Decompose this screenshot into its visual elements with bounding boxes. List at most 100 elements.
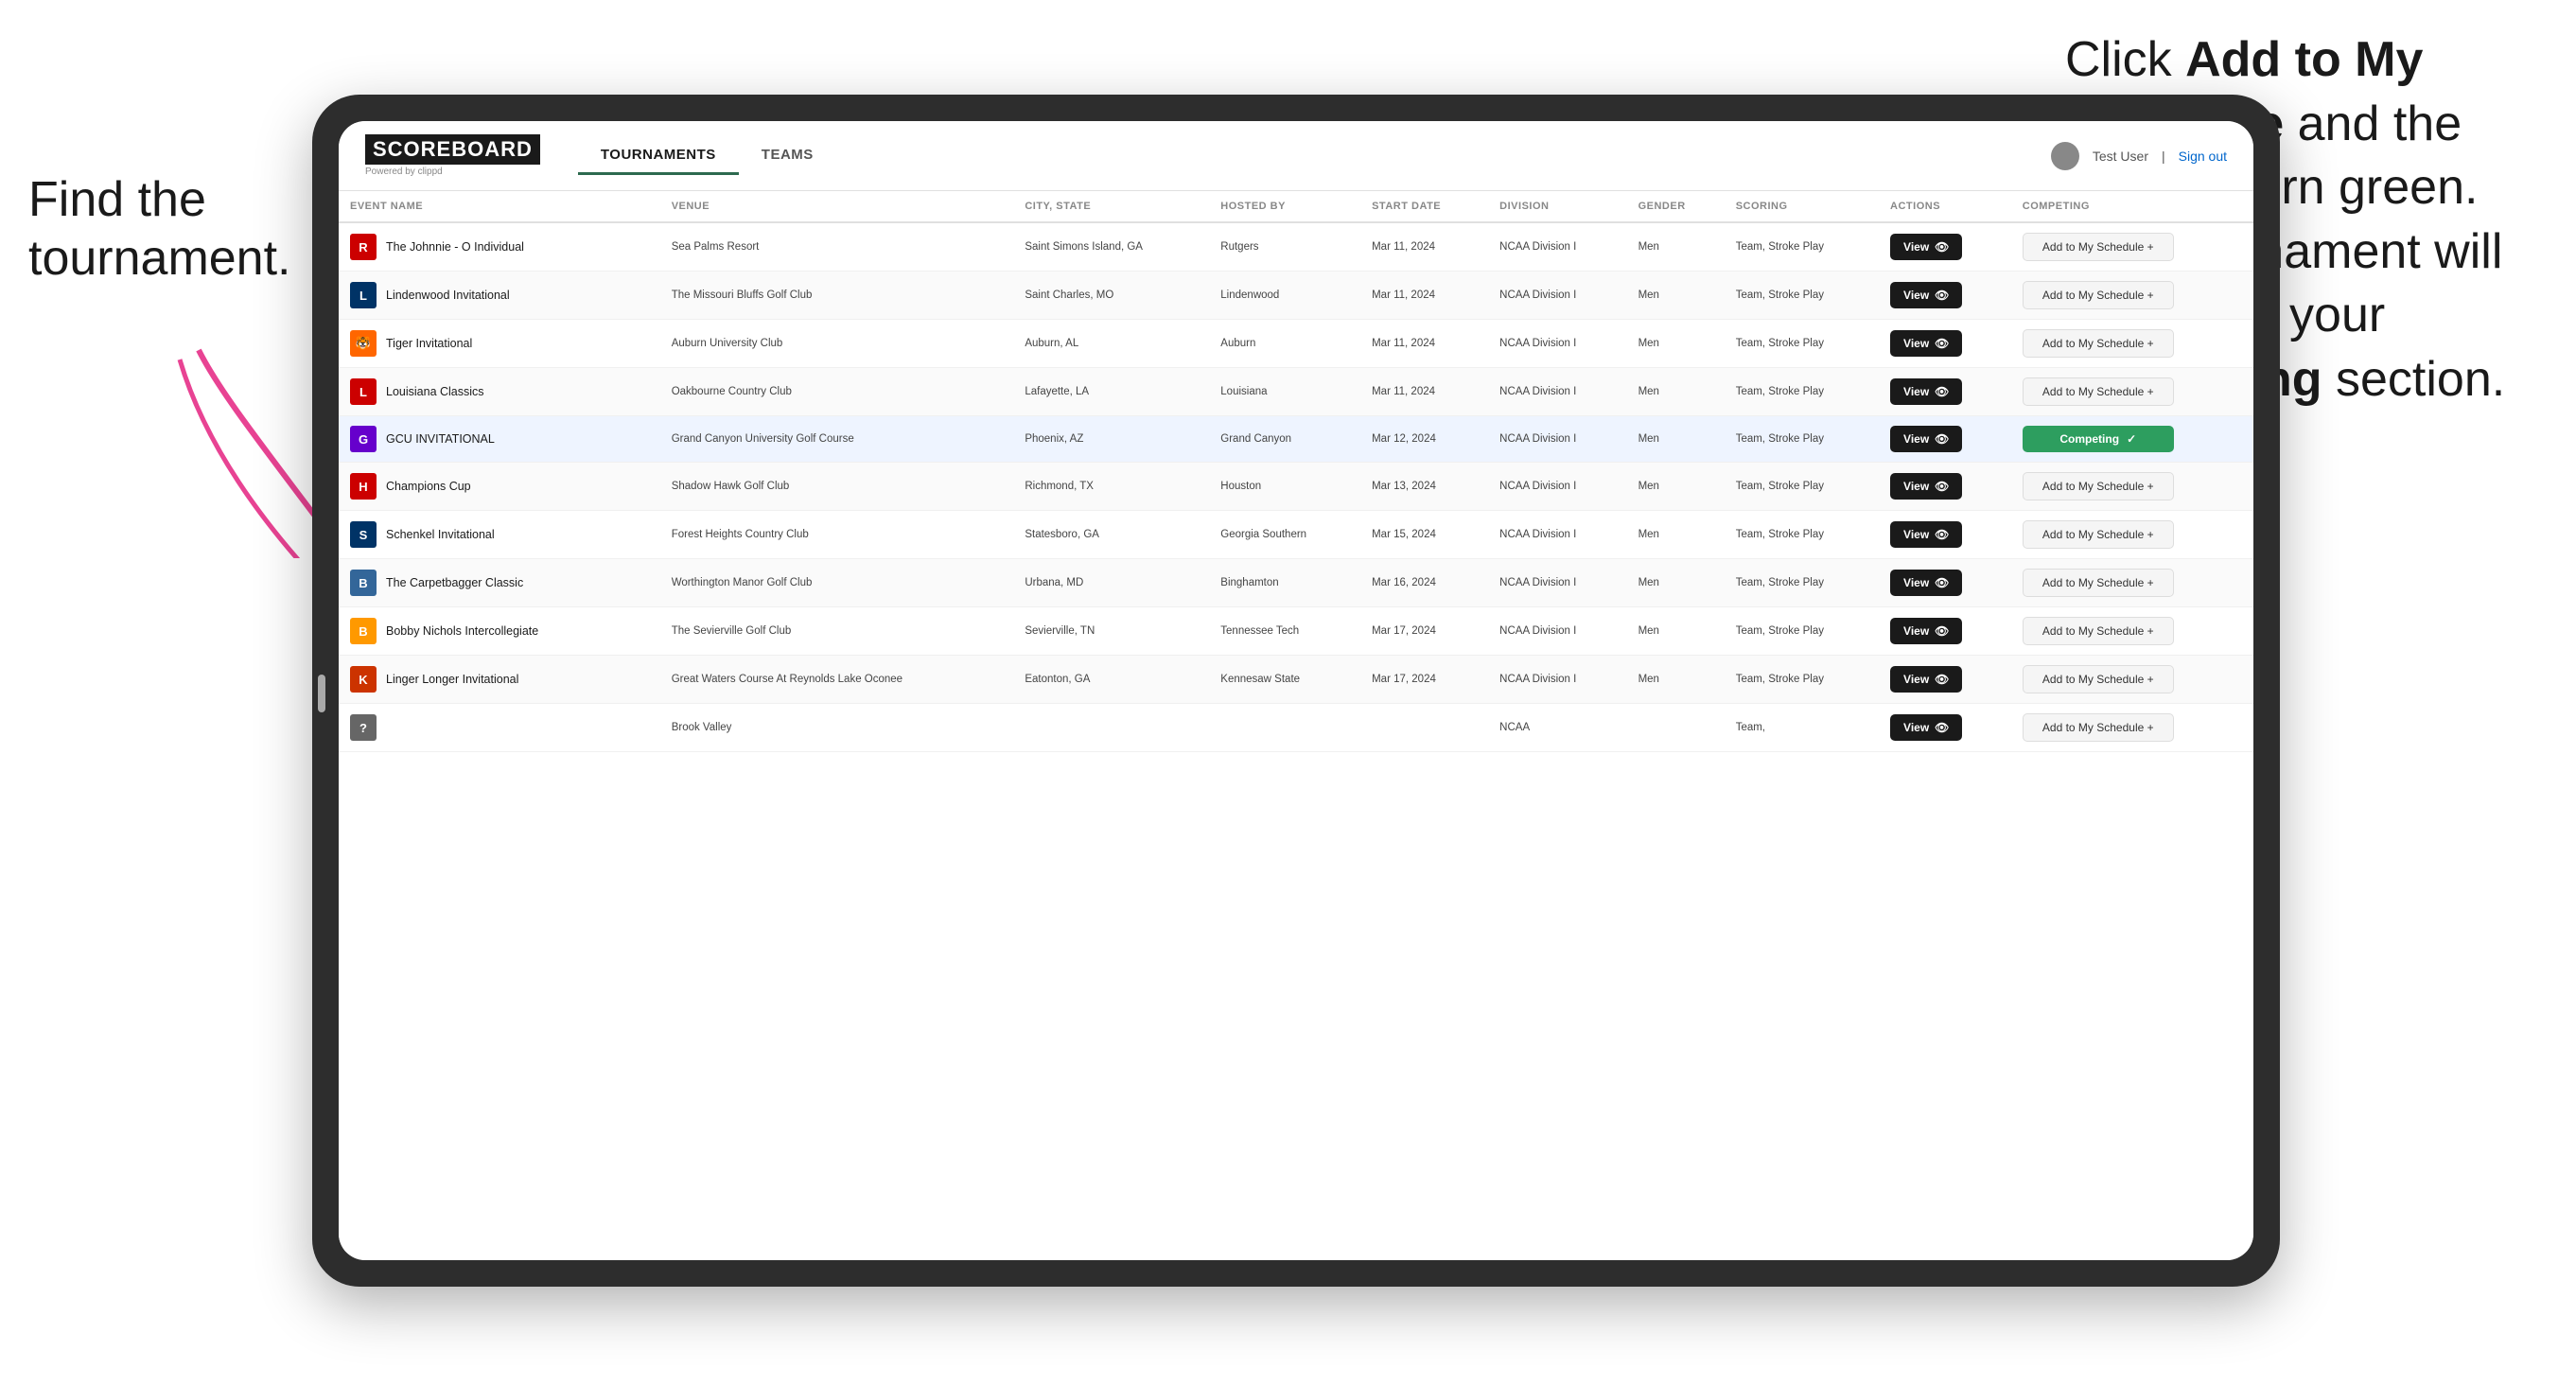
venue-cell: Oakbourne Country Club: [660, 368, 1014, 416]
col-venue: VENUE: [660, 191, 1014, 222]
venue-cell: The Sevierville Golf Club: [660, 607, 1014, 656]
col-competing: COMPETING: [2011, 191, 2253, 222]
division-cell: NCAA Division I: [1488, 416, 1626, 463]
add-schedule-button[interactable]: Add to My Schedule +: [2023, 472, 2174, 500]
add-schedule-button[interactable]: Add to My Schedule +: [2023, 617, 2174, 645]
view-button[interactable]: View 👁: [1890, 714, 1962, 741]
event-name: The Johnnie - O Individual: [386, 240, 524, 254]
header-right: Test User | Sign out: [2051, 142, 2227, 170]
table-container[interactable]: EVENT NAME VENUE CITY, STATE HOSTED BY S…: [339, 191, 2253, 1260]
gender-cell: Men: [1627, 463, 1725, 511]
start-date-cell: Mar 11, 2024: [1360, 320, 1488, 368]
scoring-cell: Team, Stroke Play: [1725, 272, 1879, 320]
add-schedule-label: Add to My Schedule +: [2042, 673, 2154, 686]
competing-button[interactable]: Competing ✓: [2023, 426, 2174, 452]
user-avatar: [2051, 142, 2079, 170]
team-logo: L: [350, 378, 377, 405]
view-button[interactable]: View 👁: [1890, 282, 1962, 308]
division-cell: NCAA Division I: [1488, 320, 1626, 368]
eye-icon: 👁: [1935, 480, 1949, 493]
view-button[interactable]: View 👁: [1890, 618, 1962, 644]
add-schedule-button[interactable]: Add to My Schedule +: [2023, 233, 2174, 261]
separator: |: [2162, 149, 2165, 164]
venue-cell: Auburn University Club: [660, 320, 1014, 368]
view-button[interactable]: View 👁: [1890, 330, 1962, 357]
table-row: B Bobby Nichols Intercollegiate The Sevier…: [339, 607, 2253, 656]
city-state-cell: Richmond, TX: [1013, 463, 1209, 511]
scoring-cell: Team, Stroke Play: [1725, 222, 1879, 272]
view-button[interactable]: View 👁: [1890, 378, 1962, 405]
view-button[interactable]: View 👁: [1890, 473, 1962, 500]
add-schedule-button[interactable]: Add to My Schedule +: [2023, 665, 2174, 693]
view-label: View: [1903, 432, 1929, 446]
gender-cell: Men: [1627, 320, 1725, 368]
hosted-by-cell: Binghamton: [1209, 559, 1360, 607]
team-logo: L: [350, 282, 377, 308]
table-row: 🐯Tiger InvitationalAuburn University Clu…: [339, 320, 2253, 368]
event-name: Louisiana Classics: [386, 385, 484, 398]
nav-tab-tournaments[interactable]: TOURNAMENTS: [578, 137, 739, 175]
competing-cell: Add to My Schedule +: [2011, 559, 2253, 607]
team-logo: ?: [350, 714, 377, 741]
team-logo: R: [350, 234, 377, 260]
logo-area: SCOREBOARD Powered by clippd: [365, 134, 540, 177]
event-name-cell: KLinger Longer Invitational: [339, 656, 660, 704]
add-schedule-label: Add to My Schedule +: [2042, 385, 2154, 398]
actions-cell: View 👁: [1879, 511, 2011, 559]
event-name: Schenkel Invitational: [386, 528, 495, 541]
view-button[interactable]: View 👁: [1890, 234, 1962, 260]
hosted-by-cell: Rutgers: [1209, 222, 1360, 272]
competing-cell: Add to My Schedule +: [2011, 511, 2253, 559]
view-label: View: [1903, 528, 1929, 541]
gender-cell: Men: [1627, 559, 1725, 607]
start-date-cell: Mar 11, 2024: [1360, 222, 1488, 272]
hosted-by-cell: Lindenwood: [1209, 272, 1360, 320]
event-name: Bobby Nichols Intercollegiate: [386, 624, 538, 638]
venue-cell: Forest Heights Country Club: [660, 511, 1014, 559]
tablet-frame: SCOREBOARD Powered by clippd TOURNAMENTS…: [312, 95, 2280, 1287]
hosted-by-cell: Georgia Southern: [1209, 511, 1360, 559]
event-name-cell: L Louisiana Classics: [339, 368, 660, 416]
gender-cell: Men: [1627, 416, 1725, 463]
event-name-cell: GGCU INVITATIONAL: [339, 416, 660, 463]
sign-out-link[interactable]: Sign out: [2179, 149, 2227, 164]
add-schedule-button[interactable]: Add to My Schedule +: [2023, 520, 2174, 549]
table-row: GGCU INVITATIONALGrand Canyon University…: [339, 416, 2253, 463]
add-schedule-button[interactable]: Add to My Schedule +: [2023, 377, 2174, 406]
hosted-by-cell: Kennesaw State: [1209, 656, 1360, 704]
add-schedule-button[interactable]: Add to My Schedule +: [2023, 281, 2174, 309]
view-button[interactable]: View 👁: [1890, 426, 1962, 452]
city-state-cell: Statesboro, GA: [1013, 511, 1209, 559]
add-schedule-button[interactable]: Add to My Schedule +: [2023, 713, 2174, 742]
event-name-cell: B Bobby Nichols Intercollegiate: [339, 607, 660, 656]
table-body: RThe Johnnie - O IndividualSea Palms Res…: [339, 222, 2253, 752]
view-button[interactable]: View 👁: [1890, 570, 1962, 596]
user-name: Test User: [2093, 149, 2148, 164]
start-date-cell: [1360, 704, 1488, 752]
add-schedule-label: Add to My Schedule +: [2042, 721, 2154, 734]
view-button[interactable]: View 👁: [1890, 521, 1962, 548]
hosted-by-cell: Grand Canyon: [1209, 416, 1360, 463]
view-label: View: [1903, 673, 1929, 686]
col-scoring: SCORING: [1725, 191, 1879, 222]
city-state-cell: Saint Charles, MO: [1013, 272, 1209, 320]
view-label: View: [1903, 480, 1929, 493]
add-schedule-button[interactable]: Add to My Schedule +: [2023, 569, 2174, 597]
start-date-cell: Mar 12, 2024: [1360, 416, 1488, 463]
event-name-cell: ?: [339, 704, 660, 752]
add-schedule-button[interactable]: Add to My Schedule +: [2023, 329, 2174, 358]
event-name: GCU INVITATIONAL: [386, 432, 495, 446]
division-cell: NCAA Division I: [1488, 272, 1626, 320]
event-name: Champions Cup: [386, 480, 471, 493]
view-button[interactable]: View 👁: [1890, 666, 1962, 693]
view-label: View: [1903, 385, 1929, 398]
eye-icon: 👁: [1935, 385, 1949, 398]
team-logo: B: [350, 618, 377, 644]
nav-tab-teams[interactable]: TEAMS: [739, 137, 836, 175]
eye-icon: 👁: [1935, 432, 1949, 446]
add-schedule-label: Add to My Schedule +: [2042, 480, 2154, 493]
scoring-cell: Team, Stroke Play: [1725, 320, 1879, 368]
venue-cell: Great Waters Course At Reynolds Lake Oco…: [660, 656, 1014, 704]
view-label: View: [1903, 337, 1929, 350]
venue-cell: Brook Valley: [660, 704, 1014, 752]
